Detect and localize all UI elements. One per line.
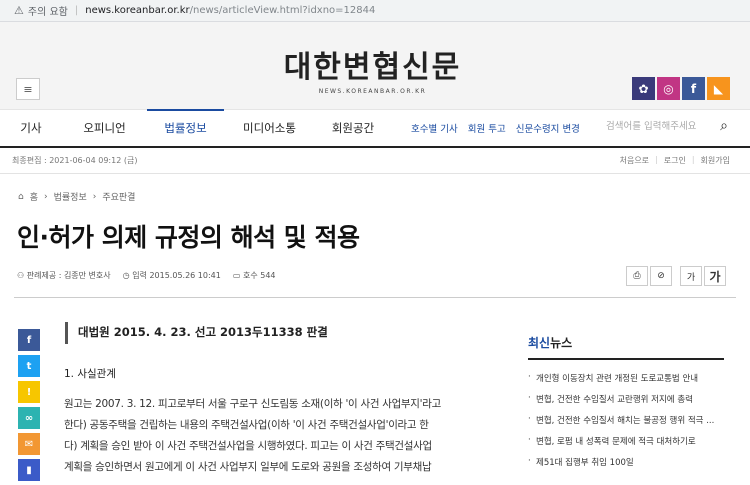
bookmark-icon[interactable]: ▮ xyxy=(18,459,40,481)
menu-button[interactable]: ≡ xyxy=(16,78,40,100)
nav-item-media[interactable]: 미디어소통 xyxy=(224,109,315,147)
breadcrumb: ⌂ 홈 › 법률정보 › 주요판결 xyxy=(18,190,135,204)
article-issue: 호수 544 xyxy=(242,271,276,280)
nav-item-members[interactable]: 회원공간 xyxy=(315,109,391,147)
paragraph-line: 다) 계획을 승인 받아 이 사건 주택건설사업을 시행하였다. 피고는 이 사… xyxy=(64,440,432,452)
facebook-icon[interactable]: f xyxy=(682,77,705,100)
logo-subtext: NEWS.KOREANBAR.OR.KR xyxy=(318,88,427,95)
comment-icon: ▭ xyxy=(232,271,243,280)
paragraph-line: 한다) 공동주택을 건립하는 내용의 주택건설사업(이하 '이 사건 주택건설사… xyxy=(64,419,429,431)
main-nav: 기사 오피니언 법률정보 미디어소통 회원공간 호수별 기사 회원 투고 신문수… xyxy=(0,109,750,148)
hamburger-icon: ≡ xyxy=(23,82,33,96)
link-home[interactable]: 처음으로 xyxy=(620,155,649,166)
chevron-right-icon: › xyxy=(44,191,48,202)
nav-link-address-change[interactable]: 신문수령지 변경 xyxy=(516,121,580,135)
site-logo[interactable]: 대한변협신문 NEWS.KOREANBAR.OR.KR xyxy=(270,42,475,95)
link-icon[interactable]: ⊘ xyxy=(650,266,672,286)
breadcrumb-section[interactable]: 법률정보 xyxy=(54,190,87,203)
nav-item-opinion[interactable]: 오피니언 xyxy=(62,109,147,147)
logo-text: 대한변협신문 xyxy=(283,50,462,85)
article-date: 입력 2015.05.26 10:41 xyxy=(132,271,221,280)
search-input[interactable]: 검색어를 입력해주세요 xyxy=(606,118,696,132)
paragraph-line: 원고는 2007. 3. 12. 피고로부터 서울 구로구 신도림동 소재(이하… xyxy=(64,398,441,410)
font-increase-button[interactable]: 가 xyxy=(704,266,726,286)
section-heading: 1. 사실관계 xyxy=(64,368,116,380)
share-buttons: f t! ∞ ✉ ▮ xyxy=(18,329,40,485)
warning-icon: ⚠ xyxy=(14,4,24,17)
article-author: 판례제공 : 김종만 변호사 xyxy=(26,271,111,280)
breadcrumb-home[interactable]: 홈 xyxy=(30,190,38,203)
news-item[interactable]: 변협, 건전한 수임질서 해치는 불공정 행위 적극 ... xyxy=(528,414,728,435)
url-host: news.koreanbar.or.kr xyxy=(85,5,190,16)
home-icon: ⌂ xyxy=(18,191,24,202)
nav-item-articles[interactable]: 기사 xyxy=(0,109,62,147)
url-path: /news/articleView.html?idxno=12844 xyxy=(189,5,376,16)
nav-link-member-submit[interactable]: 회원 투고 xyxy=(468,121,506,135)
link-signup[interactable]: 회원가입 xyxy=(701,155,730,166)
link-icon[interactable]: ∞ xyxy=(18,407,40,429)
divider xyxy=(14,297,736,298)
search-icon[interactable]: ⌕ xyxy=(720,118,728,134)
bar-emblem-icon[interactable]: ✿ xyxy=(632,77,655,100)
news-item[interactable]: 변협, 로펌 내 성폭력 문제에 적극 대처하기로 xyxy=(528,435,728,456)
kakaostory-icon[interactable]: ! xyxy=(18,381,40,403)
breadcrumb-category[interactable]: 주요판결 xyxy=(102,190,135,203)
paragraph-line: 계획을 승인하면서 원고에게 이 사건 사업부지 일부에 도로와 공원을 조성하… xyxy=(64,461,432,473)
rss-icon[interactable]: ◣ xyxy=(707,77,730,100)
latest-news: 최신뉴스 개인형 이동장치 관련 개정된 도로교통법 안내 변협, 건전한 수임… xyxy=(528,334,728,477)
article-tools: ⎙ ⊘ 가 가 xyxy=(626,266,726,286)
clock-icon: ◷ xyxy=(122,271,133,280)
article-meta: ⚇ 판례제공 : 김종만 변호사 ◷ 입력 2015.05.26 10:41 ▭… xyxy=(17,270,276,281)
article-body: 대법원 2015. 4. 23. 선고 2013두11338 판결 1. 사실관… xyxy=(64,322,500,478)
facebook-icon[interactable]: f xyxy=(18,329,40,351)
info-bar: 최종편집 : 2021-06-04 09:12 (금) 처음으로 | 로그인 |… xyxy=(0,148,750,174)
case-citation: 대법원 2015. 4. 23. 선고 2013두11338 판결 xyxy=(65,322,500,344)
article-paragraph: 원고는 2007. 3. 12. 피고로부터 서울 구로구 신도림동 소재(이하… xyxy=(64,394,500,478)
font-decrease-button[interactable]: 가 xyxy=(680,266,702,286)
news-item[interactable]: 개인형 이동장치 관련 개정된 도로교통법 안내 xyxy=(528,372,728,393)
article-title: 인·허가 의제 규정의 해석 및 적용 xyxy=(17,223,360,252)
browser-address-bar[interactable]: ⚠ 주의 요함 | news.koreanbar.or.kr /news/art… xyxy=(0,0,750,22)
security-label[interactable]: 주의 요함 xyxy=(28,3,68,18)
chevron-right-icon: › xyxy=(92,191,97,202)
user-icon: ⚇ xyxy=(17,271,27,280)
nav-item-legal-info[interactable]: 법률정보 xyxy=(147,109,224,147)
news-item[interactable]: 변협, 건전한 수임질서 교란행위 저지에 총력 xyxy=(528,393,728,414)
twitter-icon[interactable]: t xyxy=(18,355,40,377)
last-updated: 최종편집 : 2021-06-04 09:12 (금) xyxy=(12,156,138,165)
print-icon[interactable]: ⎙ xyxy=(626,266,648,286)
link-login[interactable]: 로그인 xyxy=(664,155,686,166)
site-header: ≡ 대한변협신문 NEWS.KOREANBAR.OR.KR ✿ ◎ f ◣ xyxy=(0,22,750,110)
sns-links: ✿ ◎ f ◣ xyxy=(632,77,730,100)
email-icon[interactable]: ✉ xyxy=(18,433,40,455)
instagram-icon[interactable]: ◎ xyxy=(657,77,680,100)
latest-news-title: 최신뉴스 xyxy=(528,334,724,360)
nav-link-issue-articles[interactable]: 호수별 기사 xyxy=(411,121,458,135)
